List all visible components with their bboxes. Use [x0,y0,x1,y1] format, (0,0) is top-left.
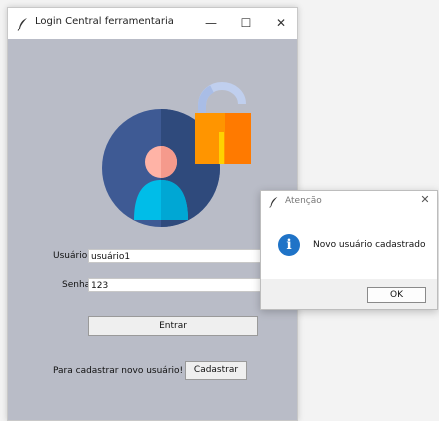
user-avatar-icon [102,81,251,227]
minimize-button[interactable]: — [194,8,228,39]
maximize-button[interactable]: ☐ [229,8,263,39]
feather-app-icon [17,18,27,31]
login-window: Login Central ferramentaria — ☐ ✕ Usuári… [7,7,298,421]
window-title: Login Central ferramentaria [35,16,174,27]
feather-app-icon [269,196,278,208]
username-input[interactable]: usuário1 [88,249,278,263]
password-input[interactable]: 123 [88,278,278,292]
dialog-title: Atenção [285,196,322,206]
dialog-titlebar[interactable]: Atenção ✕ [261,191,437,213]
info-dialog: Atenção ✕ i Novo usuário cadastrado OK [260,190,438,310]
ok-button[interactable]: OK [367,287,426,303]
dialog-close-button[interactable]: ✕ [417,193,433,206]
username-label: Usuário [53,251,88,261]
dialog-message: Novo usuário cadastrado [313,240,426,250]
register-hint-text: Para cadastrar novo usuário! [53,366,184,376]
close-button[interactable]: ✕ [264,8,298,39]
register-button[interactable]: Cadastrar [185,361,247,380]
padlock-keyhole [219,132,224,164]
padlock-body-shade [225,113,251,164]
window-titlebar[interactable]: Login Central ferramentaria — ☐ ✕ [8,8,297,39]
info-icon: i [278,234,300,256]
login-button[interactable]: Entrar [88,316,258,336]
desktop: Login Central ferramentaria — ☐ ✕ Usuári… [0,0,439,421]
password-label: Senha [62,280,91,290]
